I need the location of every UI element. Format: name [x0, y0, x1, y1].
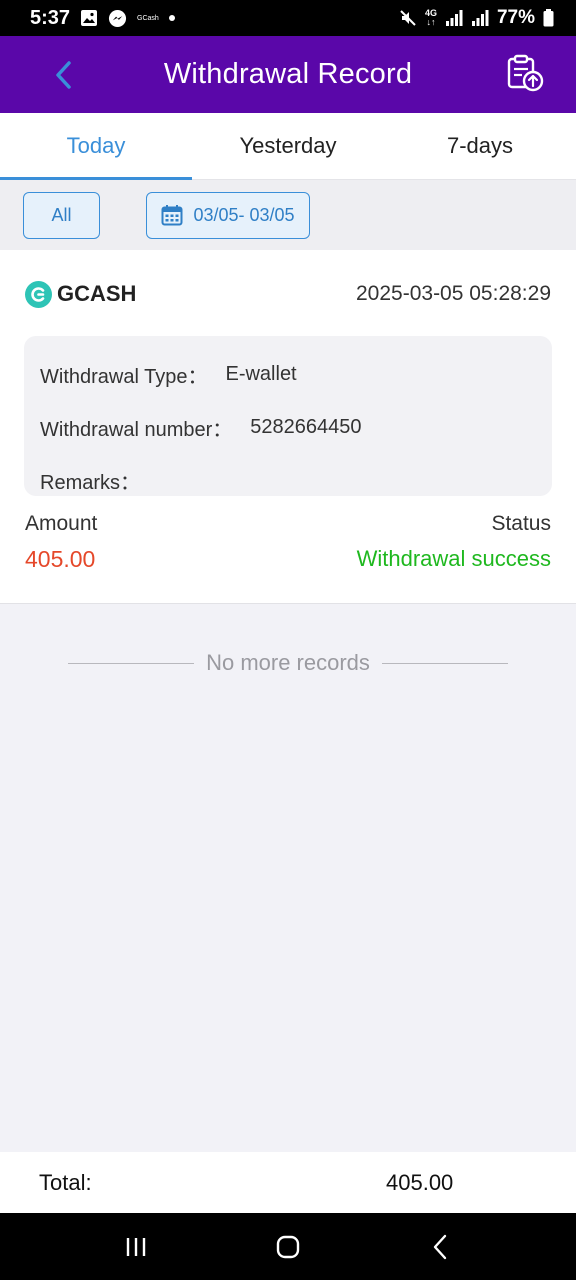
record-details: Withdrawal Type： E-wallet Withdrawal num…	[24, 336, 552, 496]
remarks-row: Remarks：	[40, 454, 536, 507]
gallery-icon	[80, 9, 98, 27]
signal-icon-secondary	[471, 9, 489, 27]
signal-icon	[445, 9, 463, 27]
calendar-icon	[161, 205, 183, 226]
system-navigation-bar	[0, 1213, 576, 1280]
filter-bar: All 03/05- 03/05	[0, 180, 576, 250]
tab-today[interactable]: Today	[0, 113, 192, 180]
withdrawal-number-label: Withdrawal number：	[40, 419, 233, 441]
battery-icon	[543, 9, 554, 27]
date-range-button[interactable]: 03/05- 03/05	[146, 191, 310, 239]
amount-value: 405.00	[25, 546, 96, 572]
date-tabs: Today Yesterday 7-days	[0, 113, 576, 180]
date-range-label: 03/05- 03/05	[193, 204, 295, 225]
total-label: Total:	[39, 1169, 92, 1195]
divider-line-right	[381, 662, 508, 664]
back-arrow-icon	[433, 1234, 447, 1259]
list-end-indicator: No more records	[68, 648, 508, 678]
status-time: 5:37	[30, 6, 71, 29]
status-value: Withdrawal success	[356, 546, 551, 571]
tab-7-days[interactable]: 7-days	[384, 113, 576, 179]
tab-yesterday[interactable]: Yesterday	[192, 113, 384, 179]
status-label: Status	[491, 512, 551, 535]
withdrawal-record-item[interactable]: GCASH 2025-03-05 05:28:29 Withdrawal Typ…	[0, 250, 576, 604]
amount-block: Amount 405.00	[25, 512, 97, 573]
withdrawal-type-label: Withdrawal Type：	[40, 366, 208, 388]
payment-method-name: GCASH	[57, 281, 137, 306]
recent-apps-button[interactable]	[116, 1227, 156, 1267]
app-header: Withdrawal Record	[0, 36, 576, 113]
back-button[interactable]	[48, 58, 78, 92]
type-filter-button[interactable]: All	[23, 191, 100, 239]
home-icon	[276, 1235, 300, 1258]
clipboard-upload-icon	[507, 54, 544, 92]
system-status-bar: 5:37 GCash 4G ↓↑ 77%	[0, 0, 576, 36]
chevron-left-icon	[56, 61, 71, 89]
system-back-button[interactable]	[420, 1227, 460, 1267]
messenger-icon	[108, 9, 127, 28]
record-datetime: 2025-03-05 05:28:29	[356, 282, 551, 305]
remarks-label: Remarks：	[40, 472, 141, 494]
mute-icon	[399, 9, 417, 27]
home-button[interactable]	[268, 1227, 308, 1267]
record-header: GCASH 2025-03-05 05:28:29	[25, 278, 551, 310]
total-value: 405.00	[386, 1169, 454, 1195]
amount-label: Amount	[25, 512, 98, 535]
page-title: Withdrawal Record	[163, 58, 413, 90]
notification-dot-icon	[168, 15, 175, 21]
withdrawal-number-row: Withdrawal number： 5282664450	[40, 401, 536, 454]
export-record-button[interactable]	[506, 54, 544, 92]
withdrawal-type-value: E-wallet	[225, 363, 297, 385]
total-bar: Total: 405.00	[0, 1152, 576, 1213]
recent-apps-icon	[126, 1237, 146, 1256]
gcash-logo-icon	[25, 280, 52, 308]
network-type-label: 4G ↓↑	[424, 8, 437, 27]
divider-line-left	[68, 662, 195, 664]
status-block: Status Withdrawal success	[357, 512, 551, 572]
withdrawal-type-row: Withdrawal Type： E-wallet	[40, 348, 536, 401]
no-more-records-text: No more records	[206, 650, 370, 675]
gcash-notification-label: GCash	[137, 14, 159, 22]
battery-percent: 77%	[496, 7, 535, 28]
withdrawal-number-value: 5282664450	[250, 416, 362, 438]
